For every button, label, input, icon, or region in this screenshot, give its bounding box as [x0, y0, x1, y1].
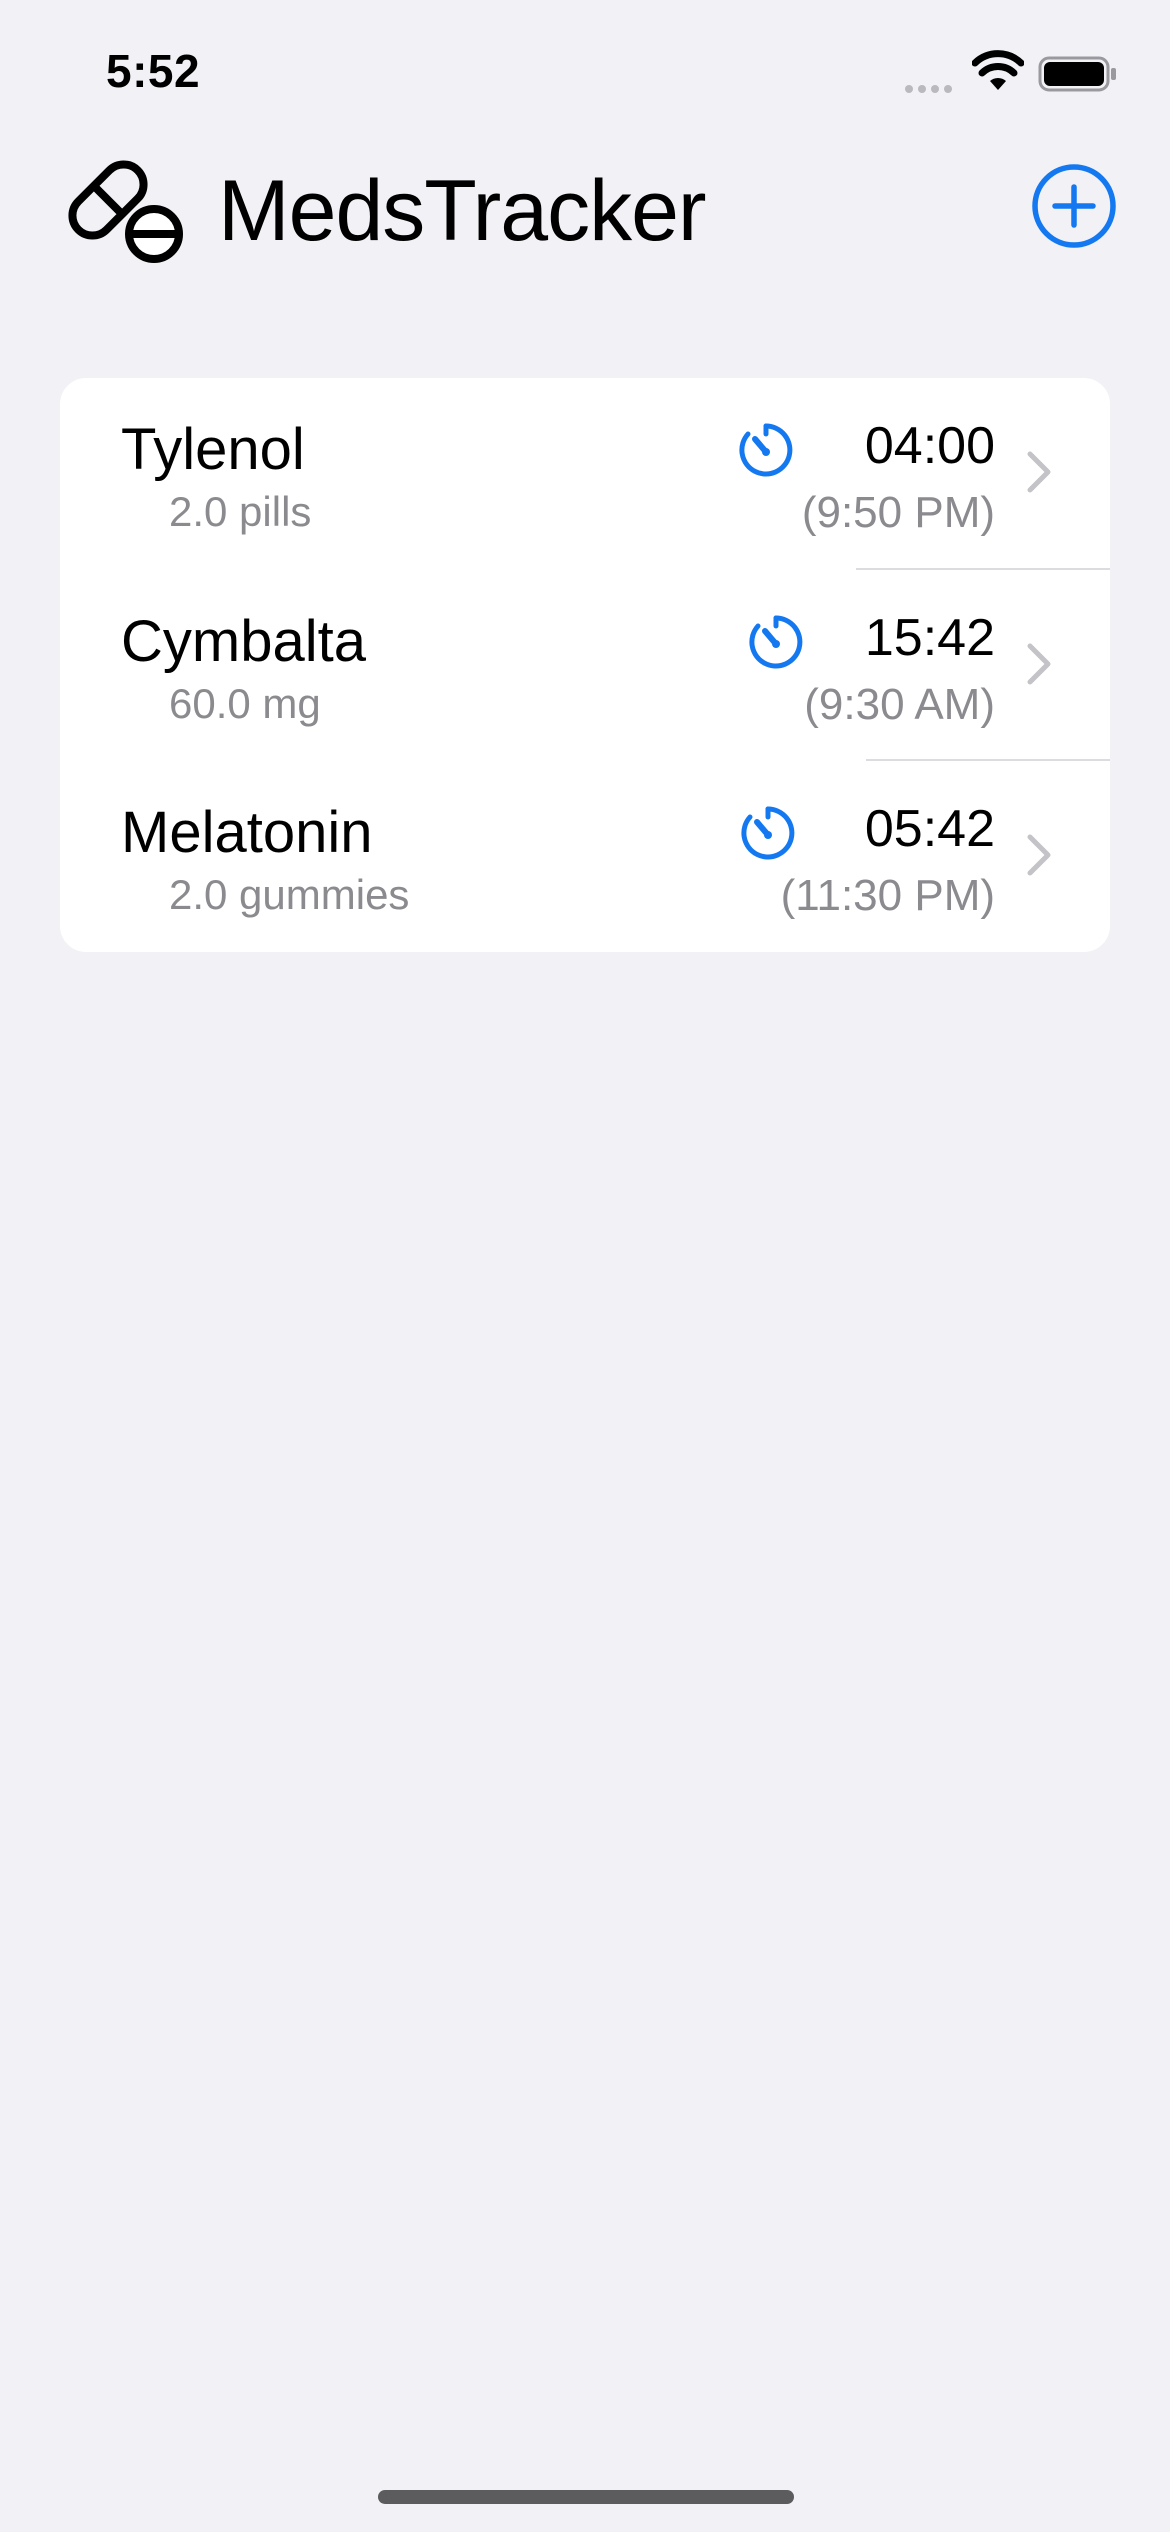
chevron-right-icon: [1027, 643, 1051, 685]
header: MedsTracker: [0, 150, 1170, 270]
countdown: 04:00: [864, 417, 995, 475]
medication-name: Tylenol: [121, 417, 305, 482]
dose-time: (9:30 AM): [804, 680, 995, 729]
countdown: 05:42: [864, 800, 995, 858]
dose-time: (11:30 PM): [780, 871, 995, 920]
medication-list: Tylenol 2.0 pills 04:00 (9:50 PM) Cymbal…: [60, 378, 1110, 952]
dose-time: (9:50 PM): [801, 488, 995, 537]
countdown: 15:42: [864, 609, 995, 667]
status-bar: 5:52: [0, 0, 1170, 150]
timer-icon: [741, 806, 795, 860]
wifi-icon: [972, 50, 1024, 90]
medication-dose: 60.0 mg: [169, 680, 321, 727]
status-time: 5:52: [106, 45, 201, 97]
timer-icon: [739, 423, 793, 477]
battery-icon: [1038, 56, 1116, 92]
pills-icon: [68, 160, 183, 263]
chevron-right-icon: [1027, 834, 1051, 876]
medication-name: Cymbalta: [121, 609, 366, 674]
home-indicator[interactable]: [378, 2490, 794, 2504]
chevron-right-icon: [1027, 451, 1051, 493]
cellular-dots-icon: [905, 80, 957, 98]
list-item[interactable]: Melatonin 2.0 gummies 05:42 (11:30 PM): [60, 761, 1110, 952]
list-item[interactable]: Cymbalta 60.0 mg 15:42 (9:30 AM): [60, 570, 1110, 761]
list-item[interactable]: Tylenol 2.0 pills 04:00 (9:50 PM): [60, 378, 1110, 569]
medication-dose: 2.0 pills: [169, 488, 312, 535]
medication-name: Melatonin: [121, 800, 373, 865]
plus-circle-icon: [1032, 164, 1116, 248]
timer-icon: [749, 615, 803, 669]
medication-dose: 2.0 gummies: [169, 871, 410, 918]
page-title: MedsTracker: [218, 163, 707, 259]
add-medication-button[interactable]: [1030, 162, 1118, 250]
